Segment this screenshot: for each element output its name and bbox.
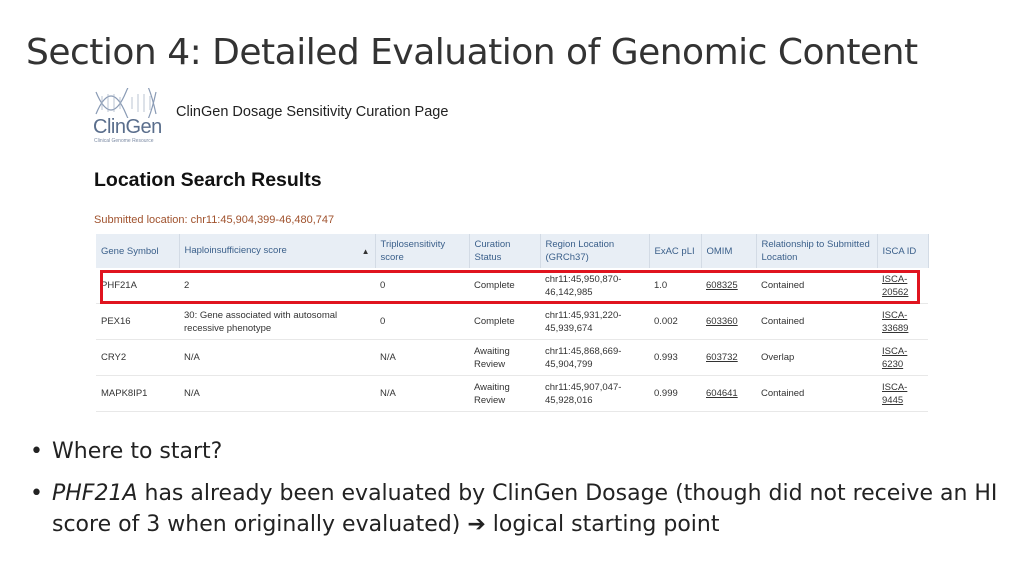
cell-ts-score: 0 bbox=[375, 303, 469, 340]
cell-relationship: Overlap bbox=[756, 339, 877, 376]
slide-title: Section 4: Detailed Evaluation of Genomi… bbox=[26, 32, 918, 73]
col-relationship[interactable]: Relationship to Submitted Location bbox=[756, 234, 878, 268]
clingen-logo: ClinGen Clinical Genome Resource bbox=[90, 88, 172, 146]
bullet-list: • Where to start? • PHF21A has already b… bbox=[30, 436, 1000, 551]
cell-status: Complete bbox=[469, 303, 540, 340]
cell-omim-link[interactable]: 608325 bbox=[701, 268, 756, 304]
cell-relationship: Contained bbox=[756, 375, 877, 412]
cell-region: chr11:45,950,870-46,142,985 bbox=[540, 268, 649, 304]
arrow-icon: ➔ bbox=[467, 512, 486, 537]
col-omim[interactable]: OMIM bbox=[701, 234, 757, 268]
cell-isca-link[interactable]: ISCA-6230 bbox=[877, 339, 928, 376]
bullet-item: • Where to start? bbox=[30, 436, 1000, 467]
cell-status: Complete bbox=[469, 268, 540, 304]
bullet-gene-name: PHF21A bbox=[52, 481, 138, 506]
cell-ts-score: 0 bbox=[375, 268, 469, 304]
logo-tagline: Clinical Genome Resource bbox=[94, 138, 154, 144]
col-exac-pli[interactable]: ExAC pLI bbox=[649, 234, 702, 268]
col-gene-symbol[interactable]: Gene Symbol bbox=[96, 234, 180, 268]
table-row: CRY2 N/A N/A Awaiting Review chr11:45,86… bbox=[96, 339, 928, 376]
cell-hi-score: 2 bbox=[179, 268, 375, 304]
dna-helix-icon bbox=[95, 88, 157, 118]
table-header-row: Gene Symbol ▲ Haploinsufficiency score Tr… bbox=[96, 234, 929, 268]
cell-pli: 0.002 bbox=[649, 303, 701, 340]
cell-omim-link[interactable]: 603732 bbox=[701, 339, 756, 376]
cell-relationship: Contained bbox=[756, 303, 877, 340]
col-isca-id[interactable]: ISCA ID bbox=[877, 234, 929, 268]
cell-omim-link[interactable]: 603360 bbox=[701, 303, 756, 340]
table-row: PHF21A 2 0 Complete chr11:45,950,870-46,… bbox=[96, 268, 928, 304]
cell-status: Awaiting Review bbox=[469, 339, 540, 376]
sort-icon[interactable]: ▲ bbox=[362, 245, 370, 258]
bullet-text-end: logical starting point bbox=[485, 512, 720, 537]
cell-gene: MAPK8IP1 bbox=[96, 375, 179, 412]
results-heading: Location Search Results bbox=[94, 169, 322, 191]
cell-hi-score: N/A bbox=[179, 375, 375, 412]
cell-pli: 0.999 bbox=[649, 375, 701, 412]
table-row: MAPK8IP1 N/A N/A Awaiting Review chr11:4… bbox=[96, 375, 928, 412]
cell-hi-score: N/A bbox=[179, 339, 375, 376]
cell-gene: CRY2 bbox=[96, 339, 179, 376]
cell-region: chr11:45,907,047-45,928,016 bbox=[540, 375, 649, 412]
bullet-item: • PHF21A has already been evaluated by C… bbox=[30, 478, 1000, 540]
cell-region: chr11:45,868,669-45,904,799 bbox=[540, 339, 649, 376]
logo-wordmark: ClinGen bbox=[93, 116, 162, 138]
cell-gene: PEX16 bbox=[96, 303, 179, 340]
cell-relationship: Contained bbox=[756, 268, 877, 304]
cell-omim-link[interactable]: 604641 bbox=[701, 375, 756, 412]
cell-pli: 0.993 bbox=[649, 339, 701, 376]
embedded-screenshot: ClinGen Clinical Genome Resource ClinGen… bbox=[88, 88, 930, 412]
col-region-location[interactable]: Region Location (GRCh37) bbox=[540, 234, 650, 268]
cell-status: Awaiting Review bbox=[469, 375, 540, 412]
submitted-location: Submitted location: chr11:45,904,399-46,… bbox=[94, 214, 335, 226]
cell-ts-score: N/A bbox=[375, 339, 469, 376]
table-row: PEX16 30: Gene associated with autosomal… bbox=[96, 303, 928, 340]
page-heading: ClinGen Dosage Sensitivity Curation Page bbox=[176, 104, 449, 120]
cell-gene: PHF21A bbox=[96, 268, 179, 304]
col-curation-status[interactable]: Curation Status bbox=[469, 234, 541, 268]
cell-isca-link[interactable]: ISCA-33689 bbox=[877, 303, 928, 340]
bullet-dot-icon: • bbox=[30, 481, 43, 506]
results-table: Gene Symbol ▲ Haploinsufficiency score Tr… bbox=[96, 234, 929, 412]
col-triplosensitivity[interactable]: Triplosensitivity score bbox=[375, 234, 470, 268]
cell-region: chr11:45,931,220-45,939,674 bbox=[540, 303, 649, 340]
cell-pli: 1.0 bbox=[649, 268, 701, 304]
col-haploinsufficiency[interactable]: ▲ Haploinsufficiency score bbox=[179, 234, 376, 268]
cell-ts-score: N/A bbox=[375, 375, 469, 412]
bullet-text: Where to start? bbox=[52, 439, 223, 464]
cell-isca-link[interactable]: ISCA-20562 bbox=[877, 268, 928, 304]
cell-hi-score: 30: Gene associated with autosomal reces… bbox=[179, 303, 375, 340]
bullet-dot-icon: • bbox=[30, 439, 43, 464]
cell-isca-link[interactable]: ISCA-9445 bbox=[877, 375, 928, 412]
